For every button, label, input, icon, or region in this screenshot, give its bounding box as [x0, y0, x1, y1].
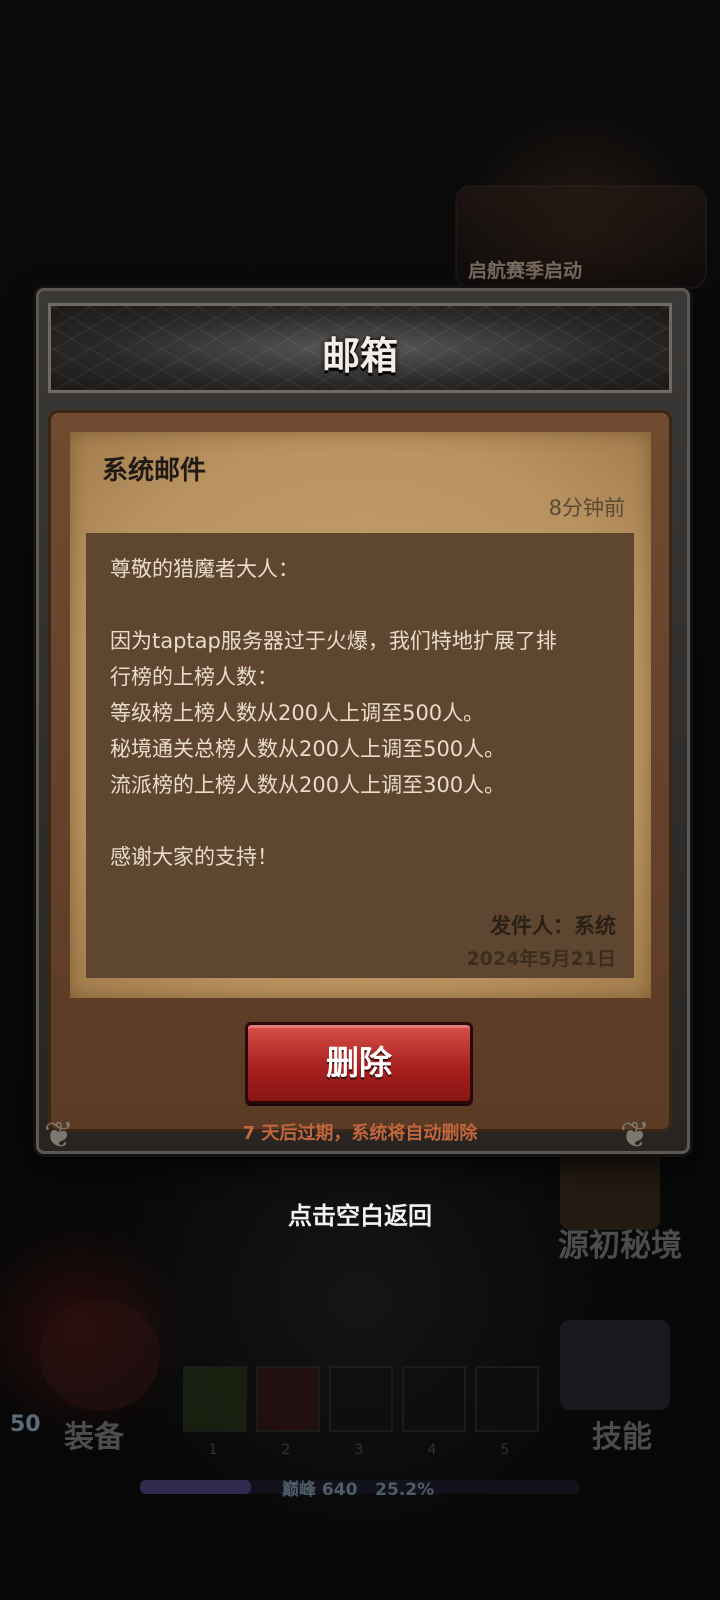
mail-line: 流派榜的上榜人数从200人上调至300人。: [110, 773, 506, 797]
slot-number-1: 1: [208, 1442, 218, 1458]
mail-line: 因为taptap服务器过于火爆，我们特地扩展了排: [110, 629, 557, 653]
mail-line: 秘境通关总榜人数从200人上调至500人。: [110, 737, 506, 761]
peak-progress-fill: [140, 1480, 251, 1494]
tap-to-return[interactable]: 点击空白返回: [0, 1196, 720, 1231]
slot-number-3: 3: [354, 1442, 364, 1458]
skill-slot-1[interactable]: [183, 1366, 247, 1432]
mail-time: 8分钟前: [548, 496, 625, 520]
skill-label[interactable]: 技能: [592, 1412, 652, 1456]
delete-button[interactable]: 删除: [245, 1022, 473, 1104]
mailbox-title: 邮箱: [321, 334, 398, 378]
corner-ornament-right-icon: ❦: [620, 1115, 651, 1156]
mail-line: 感谢大家的支持！: [110, 845, 278, 869]
corner-ornament-left-icon: ❦: [44, 1115, 75, 1156]
peak-progress-text: 巅峰 640 25.2%: [282, 1475, 434, 1500]
equip-label[interactable]: 装备: [64, 1412, 124, 1456]
delete-button-label: 删除: [326, 1043, 392, 1082]
mail-title: 系统邮件: [102, 456, 207, 486]
slot-number-4: 4: [427, 1442, 437, 1458]
slot-number-2: 2: [281, 1442, 291, 1458]
player-level: 50: [10, 1412, 41, 1437]
skill-slot-4[interactable]: [402, 1366, 466, 1432]
peak-level-text: 巅峰 640: [282, 1480, 358, 1500]
mail-line: [110, 803, 610, 839]
slot-number-5: 5: [500, 1442, 510, 1458]
season-banner-label: 启航赛季启动: [468, 260, 583, 282]
mail-line: 尊敬的猎魔者大人：: [110, 557, 299, 581]
mail-line: 行榜的上榜人数：: [110, 665, 278, 689]
skill-slot-3[interactable]: [329, 1366, 393, 1432]
mail-date: 2024年5月21日: [466, 948, 616, 970]
skill-slot-2[interactable]: [256, 1366, 320, 1432]
mail-sender: 发件人：系统: [490, 914, 616, 938]
equip-avatar-icon[interactable]: [40, 1300, 160, 1410]
skill-slot-5[interactable]: [475, 1366, 539, 1432]
mail-line: 等级榜上榜人数从200人上调至500人。: [110, 701, 485, 725]
mail-line: [110, 587, 610, 623]
expire-note: 7 天后过期，系统将自动删除: [242, 1123, 478, 1144]
skill-book-icon[interactable]: [560, 1320, 670, 1410]
peak-percent-text: 25.2%: [375, 1480, 435, 1500]
